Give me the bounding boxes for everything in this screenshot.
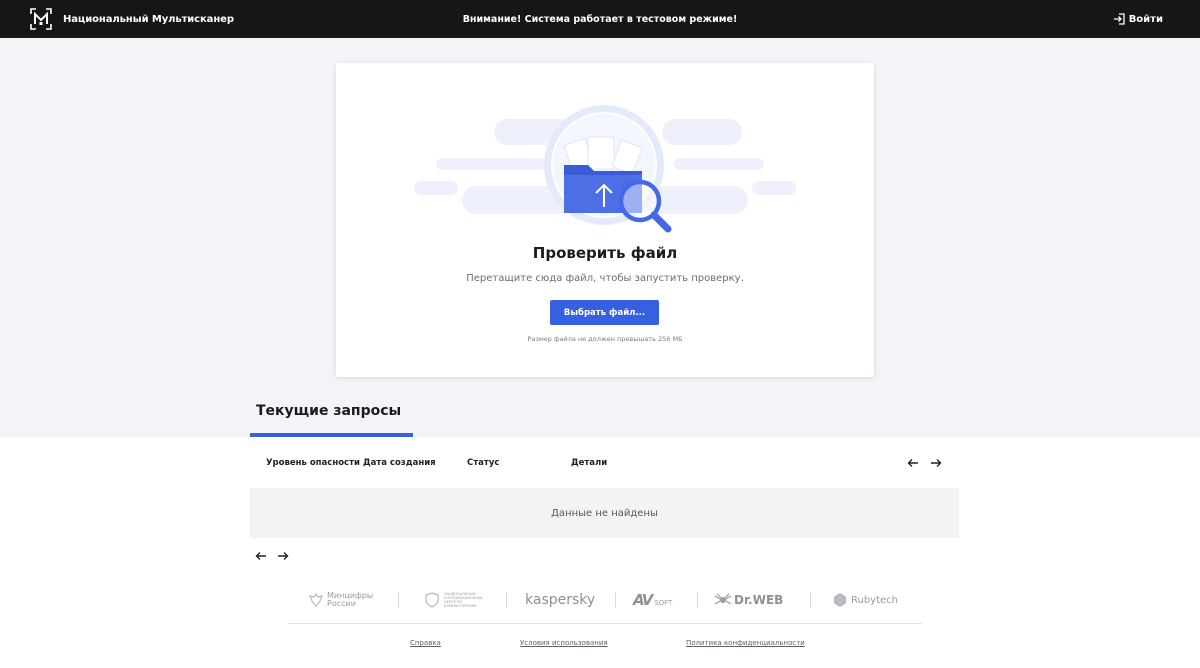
column-header-details[interactable]: Детали bbox=[571, 458, 607, 468]
next-page-bottom-button[interactable] bbox=[276, 550, 290, 562]
prev-page-bottom-button[interactable] bbox=[254, 550, 268, 562]
partner-divider bbox=[810, 592, 811, 608]
current-requests-title: Текущие запросы bbox=[256, 403, 402, 419]
upload-title: Проверить файл bbox=[532, 244, 678, 262]
partner-divider bbox=[697, 592, 698, 608]
arrow-left-icon bbox=[255, 552, 266, 560]
top-bar: Национальный Мультисканер Внимание! Сист… bbox=[0, 0, 1200, 38]
partner-divider bbox=[506, 592, 507, 608]
spider-icon bbox=[714, 593, 732, 605]
partner-drweb-logo[interactable]: Dr.WEB bbox=[714, 588, 783, 612]
column-header-created-date[interactable]: Дата создания bbox=[363, 458, 436, 468]
choose-file-button[interactable]: Выбрать файл... bbox=[550, 300, 659, 325]
active-tab-indicator bbox=[250, 433, 413, 437]
footer-link-terms[interactable]: Условия использования bbox=[520, 639, 608, 647]
login-label: Войти bbox=[1128, 13, 1163, 25]
avsoft-soft: SOFT bbox=[654, 598, 673, 607]
rubytech-text: Rubytech bbox=[851, 594, 899, 606]
avsoft-av: AV bbox=[633, 591, 653, 609]
partner-logos: Минцифры России НАЦИОНАЛЬНЫЙ КООРДИНАЦИО… bbox=[288, 588, 922, 612]
footer-divider bbox=[288, 623, 922, 624]
drweb-text: Dr.WEB bbox=[734, 593, 784, 607]
partner-avsoft-logo[interactable]: AV SOFT bbox=[633, 588, 672, 612]
column-header-threat-level[interactable]: Уровень опасности bbox=[266, 458, 360, 468]
mintsifry-line2: России bbox=[327, 599, 356, 608]
file-size-note: Размер файла не должен превышать 256 МБ bbox=[527, 335, 683, 343]
upload-description: Перетащите сюда файл, чтобы запустить пр… bbox=[466, 273, 744, 284]
next-page-top-button[interactable] bbox=[929, 457, 943, 469]
footer-link-help[interactable]: Справка bbox=[410, 639, 441, 647]
ncc-text: НАЦИОНАЛЬНЫЙ КООРДИНАЦИОННЫЙ ЦЕНТР ПО КО… bbox=[444, 592, 482, 608]
footer-link-privacy[interactable]: Политика конфиденциальности bbox=[686, 639, 805, 647]
partner-mintsifry-logo[interactable]: Минцифры России bbox=[308, 588, 373, 612]
prev-page-top-button[interactable] bbox=[906, 457, 920, 469]
partner-rubytech-logo[interactable]: Rubytech bbox=[833, 588, 898, 612]
column-header-status[interactable]: Статус bbox=[467, 458, 499, 468]
rubytech-hexagon-icon bbox=[834, 593, 846, 607]
login-button[interactable]: Войти bbox=[1113, 0, 1163, 38]
partner-kaspersky-logo[interactable]: kaspersky bbox=[525, 588, 595, 612]
arrow-left-icon bbox=[907, 459, 918, 467]
brand-name[interactable]: Национальный Мультисканер bbox=[63, 0, 234, 38]
coat-of-arms-icon bbox=[309, 593, 323, 607]
partner-divider bbox=[398, 592, 399, 608]
file-upload-dropzone[interactable]: Проверить файл Перетащите сюда файл, что… bbox=[336, 63, 874, 377]
arrow-right-icon bbox=[278, 552, 289, 560]
multiscanner-logo-icon[interactable] bbox=[30, 8, 52, 30]
requests-panel bbox=[0, 437, 1200, 668]
partner-ncc-logo[interactable]: НАЦИОНАЛЬНЫЙ КООРДИНАЦИОННЫЙ ЦЕНТР ПО КО… bbox=[425, 588, 482, 612]
folder-magnifier-illustration-icon bbox=[414, 105, 796, 233]
partner-divider bbox=[615, 592, 616, 608]
login-icon bbox=[1113, 13, 1125, 25]
shield-icon bbox=[425, 592, 439, 608]
empty-state-row: Данные не найдены bbox=[250, 488, 959, 538]
arrow-right-icon bbox=[931, 459, 942, 467]
